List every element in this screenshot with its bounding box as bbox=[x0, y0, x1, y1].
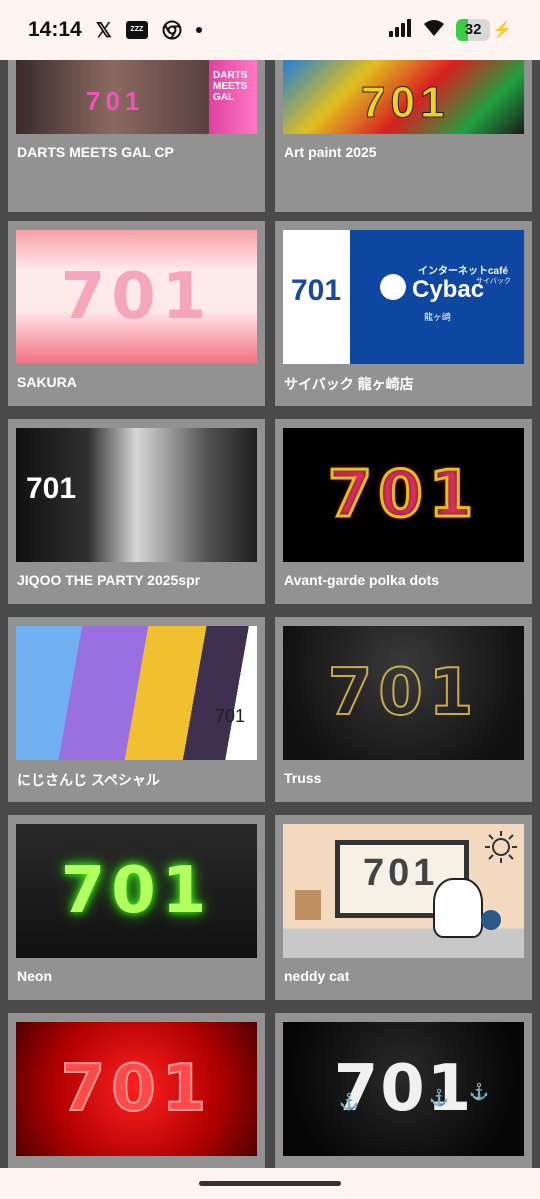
thumb-701: 701 bbox=[60, 1051, 213, 1127]
thumb-701: 701 bbox=[60, 854, 213, 928]
card-darts-meets-gal[interactable]: 701 DARTS MEETS GAL DARTS MEETS GAL CP bbox=[8, 60, 265, 212]
thumb-701: 701 bbox=[214, 706, 245, 726]
thumb-701: 701 bbox=[86, 86, 145, 116]
card-red-led[interactable]: 701 bbox=[8, 1013, 265, 1168]
thumbnail: 701 bbox=[283, 60, 524, 134]
plant-pot bbox=[295, 890, 321, 920]
thumb-701: 701 bbox=[360, 78, 450, 128]
wifi-icon bbox=[422, 18, 446, 43]
app-icon: ZZZ bbox=[125, 21, 148, 39]
thumb-subtext: DARTS MEETS GAL bbox=[213, 70, 248, 103]
card-neon[interactable]: 701 Neon bbox=[8, 815, 265, 1000]
logo-brand: Cybac bbox=[412, 276, 485, 303]
card-avant-garde[interactable]: 701 Avant-garde polka dots bbox=[275, 419, 532, 604]
dot-icon bbox=[195, 27, 202, 33]
thumb-701: 701 bbox=[333, 1052, 474, 1126]
card-title: Neon bbox=[17, 968, 52, 984]
logo-sub: 龍ヶ崎 bbox=[424, 312, 452, 322]
thumbnail: 701 bbox=[16, 824, 257, 958]
thumb-701: 701 bbox=[326, 457, 480, 534]
card-nijisanji[interactable]: 701 にじさんじ スペシャル bbox=[8, 617, 265, 802]
battery-level: 32 bbox=[464, 21, 482, 38]
card-title: Art paint 2025 bbox=[284, 144, 377, 160]
cybac-logo: インターネットcafé Cybac サイバック 龍ヶ崎 bbox=[350, 230, 524, 364]
thumb-701: 701 bbox=[327, 655, 480, 731]
card-truss[interactable]: 701 Truss bbox=[275, 617, 532, 802]
thumb-701: 701 bbox=[26, 472, 77, 505]
thumbnail: 701 bbox=[16, 230, 257, 364]
card-jiqoo[interactable]: 701 JIQOO THE PARTY 2025spr bbox=[8, 419, 265, 604]
card-art-paint-2025[interactable]: 701 Art paint 2025 bbox=[275, 60, 532, 212]
battery-icon: 32 ⚡ bbox=[456, 19, 512, 41]
gesture-bar bbox=[0, 1168, 540, 1199]
card-title: neddy cat bbox=[284, 968, 350, 984]
anchor-icon: ⚓ bbox=[339, 1094, 359, 1111]
thumbnail: 701 bbox=[16, 428, 257, 562]
charging-icon: ⚡ bbox=[492, 22, 512, 39]
card-title: DARTS MEETS GAL CP bbox=[17, 144, 174, 160]
card-neddy-cat[interactable]: 701 neddy cat bbox=[275, 815, 532, 1000]
thumbnail: 701 ⚓ ⚓ ⚓ bbox=[283, 1022, 524, 1156]
card-title: Avant-garde polka dots bbox=[284, 572, 440, 588]
card-title: SAKURA bbox=[17, 374, 77, 390]
card-grid: 701 DARTS MEETS GAL DARTS MEETS GAL CP 7… bbox=[8, 60, 532, 1168]
card-cybac[interactable]: 701 インターネットcafé Cybac サイバック 龍ヶ崎 サイバック 龍ヶ… bbox=[275, 221, 532, 406]
status-bar: 14:14 𝕏 ZZZ 32 ⚡ bbox=[0, 0, 540, 60]
logo-kana: サイバック bbox=[476, 278, 511, 285]
logo-top-text: インターネットcafé bbox=[418, 266, 509, 277]
thumbnail: 701 インターネットcafé Cybac サイバック 龍ヶ崎 bbox=[283, 230, 524, 364]
anchor-icon: ⚓ bbox=[469, 1084, 489, 1101]
chrome-icon bbox=[162, 20, 182, 40]
card-title: Truss bbox=[284, 770, 322, 786]
thumb-701: 701 bbox=[60, 260, 213, 334]
yarn-ball bbox=[481, 910, 501, 930]
thumbnail: 701 DARTS MEETS GAL bbox=[16, 60, 257, 134]
thumbnail: 701 bbox=[283, 824, 524, 958]
card-sakura[interactable]: 701 SAKURA bbox=[8, 221, 265, 406]
thumbnail: 701 bbox=[16, 626, 257, 760]
thumb-701: 701 bbox=[291, 274, 342, 307]
card-anchor[interactable]: 701 ⚓ ⚓ ⚓ bbox=[275, 1013, 532, 1168]
thumbnail: 701 bbox=[16, 1022, 257, 1156]
cat-figure bbox=[433, 878, 483, 938]
sun-icon bbox=[485, 831, 517, 863]
card-title: にじさんじ スペシャル bbox=[17, 772, 160, 788]
card-title: JIQOO THE PARTY 2025spr bbox=[17, 572, 201, 588]
smile-icon bbox=[380, 274, 406, 300]
signal-icon bbox=[388, 18, 412, 43]
x-icon: 𝕏 bbox=[95, 19, 112, 42]
home-handle[interactable] bbox=[199, 1181, 341, 1186]
clock: 14:14 bbox=[28, 18, 82, 41]
thumb-701: 701 bbox=[363, 852, 439, 894]
thumbnail: 701 bbox=[283, 428, 524, 562]
anchor-icon: ⚓ bbox=[429, 1090, 449, 1107]
thumbnail: 701 bbox=[283, 626, 524, 760]
card-title: サイバック 龍ヶ崎店 bbox=[284, 376, 414, 392]
